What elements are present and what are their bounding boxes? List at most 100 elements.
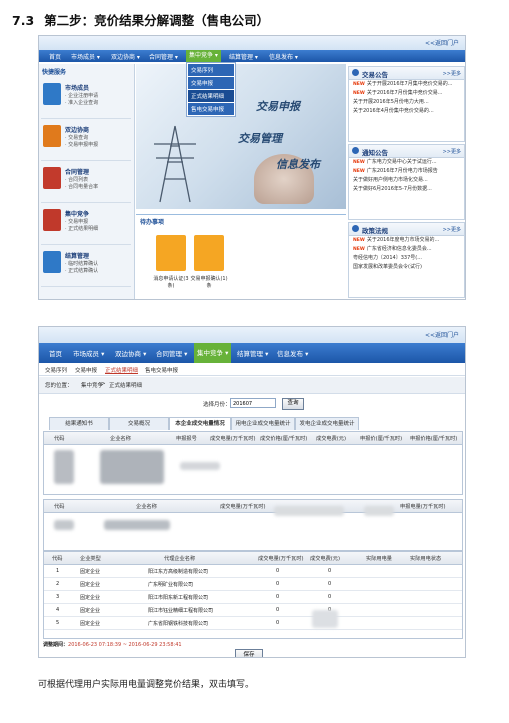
column-header: 代码 — [52, 556, 63, 562]
table-row[interactable]: 2 固定企业 广东明矿业有限公司 0 0 — [44, 578, 462, 591]
tab-generator-stats[interactable]: 发电企业成交电量统计 — [295, 417, 359, 430]
more-link[interactable]: >>更多 — [443, 70, 461, 77]
quick-item-settlement[interactable]: 结算管理 · 临时结算确认 · 正式结算确认 — [41, 246, 131, 287]
quick-item-label: 结算管理 — [65, 253, 90, 260]
redacted-cell — [180, 462, 220, 470]
main-nav: 首页 市场成员 ▾ 双边协商 ▾ 合同管理 ▾ 集中竞争 ▾ 结算管理 ▾ 信息… — [39, 50, 465, 62]
quick-item-label: 双边协商 — [65, 127, 90, 134]
nav-contracts[interactable]: 合同管理 ▾ — [156, 348, 187, 358]
table-row[interactable]: 5 固定企业 广东省阳钢铁科技有限公司 0 0 — [44, 617, 462, 630]
menu-item-formal-results[interactable]: 正式结果明细 — [188, 90, 234, 102]
todo-card-confirm[interactable] — [194, 235, 224, 271]
column-header: 代理企业名称 — [164, 556, 196, 562]
subnav-trade-sequence[interactable]: 交易序列 — [45, 366, 67, 374]
quick-item-contracts[interactable]: 合同管理 · 合同列表 · 合同电量合率 — [41, 162, 131, 203]
tab-overview[interactable]: 交易概况 — [109, 417, 169, 430]
tab-result-notice[interactable]: 结果通知书 — [49, 417, 109, 430]
column-header: 代码 — [54, 436, 65, 442]
formal-results-screenshot: <<返回门户 首页 市场成员 ▾ 双边协商 ▾ 合同管理 ▾ 集中竞争 ▾ 结算… — [38, 326, 466, 658]
save-button[interactable]: 保存 — [235, 649, 263, 657]
quick-sub-link[interactable]: · 准入企业查询 — [65, 99, 98, 106]
nav-centralized-bidding[interactable]: 集中竞争 ▾ — [194, 343, 232, 363]
contract-icon — [43, 167, 61, 189]
menu-item-trade-declaration[interactable]: 交易申报 — [188, 77, 234, 89]
tab-own-volume[interactable]: 本企业成交电量情况 — [169, 417, 231, 430]
return-portal-link[interactable]: <<返回门户 — [425, 38, 459, 47]
nav-market-members[interactable]: 市场成员 ▾ — [73, 348, 104, 358]
quick-sub-link[interactable]: · 交易申报申报 — [65, 141, 98, 148]
policy-box: 政策法规 >>更多 NEW 关于2016年度电力市场交易的... NEW 广东省经济和… — [348, 222, 465, 298]
notice-line[interactable]: NEW 关于开展2016年7月集中竞价交易的... — [349, 80, 464, 89]
return-portal-link[interactable]: <<返回门户 — [425, 330, 459, 339]
redacted-cell — [54, 450, 74, 484]
table-row[interactable]: 4 固定企业 阳江市钰业精细工程有限公司 0 0 — [44, 604, 462, 617]
table-row[interactable]: 3 固定企业 阳江市阳东新工程有限公司 0 0 — [44, 591, 462, 604]
month-filter: 选择月份： 201607 查询 — [39, 397, 465, 411]
quick-sub-link[interactable]: · 交易申报 — [65, 218, 88, 225]
quick-sub-link[interactable]: · 交易查询 — [65, 134, 88, 141]
notice-line[interactable]: NEW 关于2016年度电力市场交易的... — [349, 236, 464, 245]
nav-settlement[interactable]: 结算管理 ▾ — [229, 52, 258, 61]
notice-line[interactable]: 关于2016年4月份集中竞价交易的... — [349, 107, 464, 116]
quick-item-market-members[interactable]: 市场成员 · 企业注册申请 · 准入企业查询 — [41, 78, 131, 119]
quick-item-bidding[interactable]: 集中竞争 · 交易申报 · 正式结果明细 — [41, 204, 131, 245]
nav-settlement[interactable]: 结算管理 ▾ — [237, 348, 268, 358]
table-row[interactable]: 1 固定企业 阳江东方高级制造有限公司 0 0 — [44, 565, 462, 578]
menu-item-retail-declaration[interactable]: 售电交易申报 — [188, 103, 234, 115]
notice-line[interactable]: NEW 广东电力交易中心关于试运行... — [349, 158, 464, 167]
menu-item-trade-sequence[interactable]: 交易序列 — [188, 64, 234, 76]
column-header: 成交电费(元) — [310, 556, 340, 562]
notice-line[interactable]: 关于做好用户侧电力市场化交易... — [349, 176, 464, 185]
nav-bilateral[interactable]: 双边协商 ▾ — [115, 348, 146, 358]
notice-line[interactable]: 国家发展和改革委员会令(试行) — [349, 263, 464, 272]
notice-line[interactable]: NEW 广东2016年7月份电力市场报告 — [349, 167, 464, 176]
notice-line[interactable]: NEW 关于2016年7月份集中竞价交易... — [349, 89, 464, 98]
subnav-trade-declaration[interactable]: 交易申报 — [75, 366, 97, 374]
redacted-cell — [100, 450, 164, 484]
breadcrumb-separator: > — [101, 381, 106, 387]
notice-line[interactable]: 关于开展2016年5月份电力大用... — [349, 98, 464, 107]
result-tabs: 结果通知书 交易概况 本企业成交电量情况 用电企业成交电量统计 发电企业成交电量… — [39, 417, 465, 430]
more-link[interactable]: >>更多 — [443, 148, 461, 155]
query-button[interactable]: 查询 — [282, 398, 304, 410]
month-label: 选择月份： — [203, 402, 231, 408]
quick-sub-link[interactable]: · 企业注册申请 — [65, 92, 98, 99]
todo-card-message[interactable] — [156, 235, 186, 271]
quick-sub-link[interactable]: · 临时结算确认 — [65, 260, 98, 267]
subnav-formal-results[interactable]: 正式结果明细 — [105, 366, 138, 374]
breadcrumb-item[interactable]: 集中竞争 — [81, 381, 103, 389]
notice-line[interactable]: NEW 广东省经济和信息化委员会... — [349, 245, 464, 254]
info-icon — [352, 147, 359, 154]
nav-bilateral[interactable]: 双边协商 ▾ — [111, 52, 140, 61]
column-header: 申报报号 — [176, 436, 197, 442]
nav-info-release[interactable]: 信息发布 ▾ — [277, 348, 308, 358]
subnav-retail-declaration[interactable]: 售电交易申报 — [145, 366, 178, 374]
nav-home[interactable]: 首页 — [49, 52, 61, 61]
more-link[interactable]: >>更多 — [443, 226, 461, 233]
tab-consumer-stats[interactable]: 用电企业成交电量统计 — [231, 417, 295, 430]
breadcrumb-item[interactable]: 正式结果明细 — [109, 381, 142, 389]
nav-market-members[interactable]: 市场成员 ▾ — [71, 52, 100, 61]
section-number: 7.3 — [12, 13, 35, 28]
nav-home[interactable]: 首页 — [49, 348, 62, 358]
quick-sub-link[interactable]: · 合同电量合率 — [65, 183, 98, 190]
nav-info-release[interactable]: 信息发布 ▾ — [269, 52, 298, 61]
notice-line[interactable]: 关于做好6月2016年5-7月份数据... — [349, 185, 464, 194]
bar-chart-icon — [43, 209, 61, 231]
quick-sub-link[interactable]: · 正式结算确认 — [65, 267, 98, 274]
quick-item-bilateral[interactable]: 双边协商 · 交易查询 · 交易申报申报 — [41, 120, 131, 161]
column-header: 成交电量(万千瓦时) — [220, 504, 266, 510]
notice-line[interactable]: 粤经信电力〔2014〕337号(... — [349, 254, 464, 263]
quick-sub-link[interactable]: · 合同列表 — [65, 176, 88, 183]
redacted-cell — [274, 506, 344, 516]
quick-sub-link[interactable]: · 正式结果明细 — [65, 225, 98, 232]
top-banner: <<返回门户 — [39, 327, 465, 343]
column-header: 成交价格(厘/千瓦时) — [260, 436, 308, 442]
right-info-panel: 交易公告 >>更多 NEW 关于开展2016年7月集中竞价交易的... NEW 关于2… — [348, 64, 465, 299]
month-input[interactable]: 201607 — [230, 398, 276, 408]
quick-item-label: 合同管理 — [65, 169, 90, 176]
nav-contracts[interactable]: 合同管理 ▾ — [149, 52, 178, 61]
bidding-dropdown-menu: 交易序列 交易申报 正式结果明细 售电交易申报 — [186, 62, 236, 117]
announcement-title: 通知公告 — [362, 149, 388, 157]
nav-centralized-bidding[interactable]: 集中竞争 ▾ — [186, 50, 221, 62]
